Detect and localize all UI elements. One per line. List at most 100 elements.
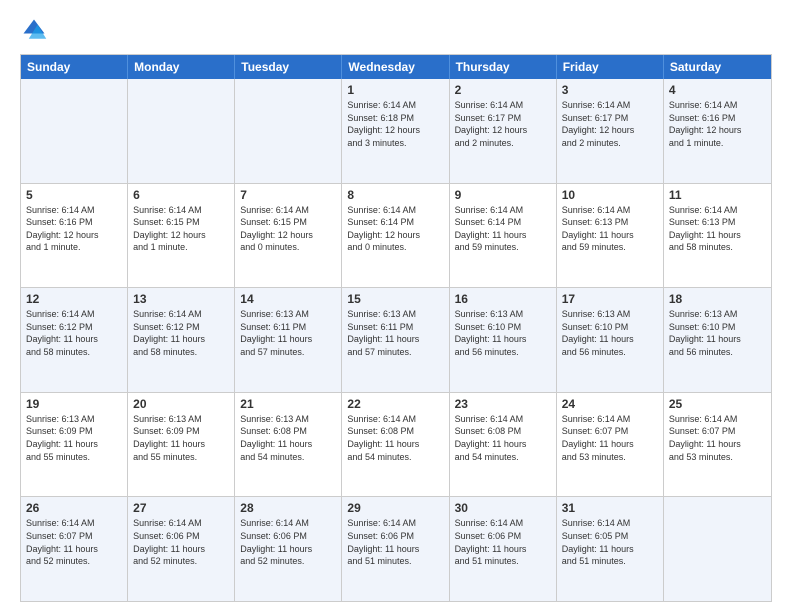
weekday-header-monday: Monday bbox=[128, 55, 235, 79]
empty-cell-0-1 bbox=[128, 79, 235, 183]
day-number: 29 bbox=[347, 501, 443, 515]
day-number: 15 bbox=[347, 292, 443, 306]
day-cell-15: 15 Sunrise: 6:13 AM Sunset: 6:11 PM Dayli… bbox=[342, 288, 449, 392]
day-cell-2: 2 Sunrise: 6:14 AM Sunset: 6:17 PM Daylig… bbox=[450, 79, 557, 183]
day-number: 31 bbox=[562, 501, 658, 515]
logo bbox=[20, 16, 52, 44]
day-details: Sunrise: 6:14 AM Sunset: 6:05 PM Dayligh… bbox=[562, 517, 658, 567]
day-number: 10 bbox=[562, 188, 658, 202]
day-cell-13: 13 Sunrise: 6:14 AM Sunset: 6:12 PM Dayli… bbox=[128, 288, 235, 392]
weekday-header-wednesday: Wednesday bbox=[342, 55, 449, 79]
day-number: 5 bbox=[26, 188, 122, 202]
day-number: 30 bbox=[455, 501, 551, 515]
day-cell-30: 30 Sunrise: 6:14 AM Sunset: 6:06 PM Dayli… bbox=[450, 497, 557, 601]
day-details: Sunrise: 6:14 AM Sunset: 6:16 PM Dayligh… bbox=[669, 99, 766, 149]
day-details: Sunrise: 6:14 AM Sunset: 6:17 PM Dayligh… bbox=[455, 99, 551, 149]
day-details: Sunrise: 6:14 AM Sunset: 6:07 PM Dayligh… bbox=[26, 517, 122, 567]
calendar-row-2: 12 Sunrise: 6:14 AM Sunset: 6:12 PM Dayli… bbox=[21, 288, 771, 393]
day-details: Sunrise: 6:14 AM Sunset: 6:06 PM Dayligh… bbox=[455, 517, 551, 567]
day-number: 7 bbox=[240, 188, 336, 202]
day-number: 24 bbox=[562, 397, 658, 411]
day-number: 19 bbox=[26, 397, 122, 411]
day-details: Sunrise: 6:14 AM Sunset: 6:06 PM Dayligh… bbox=[240, 517, 336, 567]
day-number: 16 bbox=[455, 292, 551, 306]
day-number: 22 bbox=[347, 397, 443, 411]
weekday-header-tuesday: Tuesday bbox=[235, 55, 342, 79]
day-cell-25: 25 Sunrise: 6:14 AM Sunset: 6:07 PM Dayli… bbox=[664, 393, 771, 497]
day-cell-26: 26 Sunrise: 6:14 AM Sunset: 6:07 PM Dayli… bbox=[21, 497, 128, 601]
day-cell-21: 21 Sunrise: 6:13 AM Sunset: 6:08 PM Dayli… bbox=[235, 393, 342, 497]
day-details: Sunrise: 6:13 AM Sunset: 6:09 PM Dayligh… bbox=[26, 413, 122, 463]
day-details: Sunrise: 6:14 AM Sunset: 6:07 PM Dayligh… bbox=[669, 413, 766, 463]
empty-cell-0-2 bbox=[235, 79, 342, 183]
day-number: 27 bbox=[133, 501, 229, 515]
calendar-body: 1 Sunrise: 6:14 AM Sunset: 6:18 PM Daylig… bbox=[21, 79, 771, 601]
day-details: Sunrise: 6:13 AM Sunset: 6:10 PM Dayligh… bbox=[455, 308, 551, 358]
day-number: 18 bbox=[669, 292, 766, 306]
day-details: Sunrise: 6:13 AM Sunset: 6:09 PM Dayligh… bbox=[133, 413, 229, 463]
header bbox=[20, 16, 772, 44]
weekday-header-saturday: Saturday bbox=[664, 55, 771, 79]
day-cell-4: 4Sunrise: 6:14 AM Sunset: 6:16 PM Daylig… bbox=[664, 79, 771, 183]
calendar-row-4: 26 Sunrise: 6:14 AM Sunset: 6:07 PM Dayli… bbox=[21, 497, 771, 601]
day-details: Sunrise: 6:13 AM Sunset: 6:10 PM Dayligh… bbox=[669, 308, 766, 358]
weekday-header-thursday: Thursday bbox=[450, 55, 557, 79]
day-number: 26 bbox=[26, 501, 122, 515]
day-cell-11: 11Sunrise: 6:14 AM Sunset: 6:13 PM Dayli… bbox=[664, 184, 771, 288]
day-cell-18: 18 Sunrise: 6:13 AM Sunset: 6:10 PM Dayli… bbox=[664, 288, 771, 392]
day-details: Sunrise: 6:14 AM Sunset: 6:12 PM Dayligh… bbox=[133, 308, 229, 358]
calendar: SundayMondayTuesdayWednesdayThursdayFrid… bbox=[20, 54, 772, 602]
day-cell-3: 3Sunrise: 6:14 AM Sunset: 6:17 PM Daylig… bbox=[557, 79, 664, 183]
day-cell-14: 14Sunrise: 6:13 AM Sunset: 6:11 PM Dayli… bbox=[235, 288, 342, 392]
day-details: Sunrise: 6:14 AM Sunset: 6:14 PM Dayligh… bbox=[347, 204, 443, 254]
day-details: Sunrise: 6:13 AM Sunset: 6:08 PM Dayligh… bbox=[240, 413, 336, 463]
day-number: 23 bbox=[455, 397, 551, 411]
day-number: 28 bbox=[240, 501, 336, 515]
day-cell-17: 17Sunrise: 6:13 AM Sunset: 6:10 PM Dayli… bbox=[557, 288, 664, 392]
day-cell-31: 31 Sunrise: 6:14 AM Sunset: 6:05 PM Dayli… bbox=[557, 497, 664, 601]
day-cell-28: 28 Sunrise: 6:14 AM Sunset: 6:06 PM Dayli… bbox=[235, 497, 342, 601]
day-cell-20: 20 Sunrise: 6:13 AM Sunset: 6:09 PM Dayli… bbox=[128, 393, 235, 497]
day-cell-24: 24 Sunrise: 6:14 AM Sunset: 6:07 PM Dayli… bbox=[557, 393, 664, 497]
day-details: Sunrise: 6:14 AM Sunset: 6:13 PM Dayligh… bbox=[562, 204, 658, 254]
day-number: 13 bbox=[133, 292, 229, 306]
day-details: Sunrise: 6:14 AM Sunset: 6:06 PM Dayligh… bbox=[133, 517, 229, 567]
day-number: 21 bbox=[240, 397, 336, 411]
day-details: Sunrise: 6:14 AM Sunset: 6:07 PM Dayligh… bbox=[562, 413, 658, 463]
day-details: Sunrise: 6:14 AM Sunset: 6:12 PM Dayligh… bbox=[26, 308, 122, 358]
day-details: Sunrise: 6:14 AM Sunset: 6:13 PM Dayligh… bbox=[669, 204, 766, 254]
day-details: Sunrise: 6:14 AM Sunset: 6:18 PM Dayligh… bbox=[347, 99, 443, 149]
day-cell-8: 8Sunrise: 6:14 AM Sunset: 6:14 PM Daylig… bbox=[342, 184, 449, 288]
calendar-header: SundayMondayTuesdayWednesdayThursdayFrid… bbox=[21, 55, 771, 79]
day-details: Sunrise: 6:14 AM Sunset: 6:16 PM Dayligh… bbox=[26, 204, 122, 254]
day-number: 25 bbox=[669, 397, 766, 411]
day-cell-9: 9 Sunrise: 6:14 AM Sunset: 6:14 PM Daylig… bbox=[450, 184, 557, 288]
day-number: 20 bbox=[133, 397, 229, 411]
empty-cell-0-0 bbox=[21, 79, 128, 183]
day-details: Sunrise: 6:14 AM Sunset: 6:14 PM Dayligh… bbox=[455, 204, 551, 254]
day-number: 12 bbox=[26, 292, 122, 306]
day-cell-12: 12 Sunrise: 6:14 AM Sunset: 6:12 PM Dayli… bbox=[21, 288, 128, 392]
day-cell-22: 22Sunrise: 6:14 AM Sunset: 6:08 PM Dayli… bbox=[342, 393, 449, 497]
day-number: 1 bbox=[347, 83, 443, 97]
day-cell-7: 7 Sunrise: 6:14 AM Sunset: 6:15 PM Daylig… bbox=[235, 184, 342, 288]
day-details: Sunrise: 6:14 AM Sunset: 6:06 PM Dayligh… bbox=[347, 517, 443, 567]
calendar-row-0: 1 Sunrise: 6:14 AM Sunset: 6:18 PM Daylig… bbox=[21, 79, 771, 184]
day-cell-19: 19 Sunrise: 6:13 AM Sunset: 6:09 PM Dayli… bbox=[21, 393, 128, 497]
day-cell-16: 16 Sunrise: 6:13 AM Sunset: 6:10 PM Dayli… bbox=[450, 288, 557, 392]
day-number: 9 bbox=[455, 188, 551, 202]
day-number: 2 bbox=[455, 83, 551, 97]
weekday-header-sunday: Sunday bbox=[21, 55, 128, 79]
day-cell-29: 29 Sunrise: 6:14 AM Sunset: 6:06 PM Dayli… bbox=[342, 497, 449, 601]
day-cell-1: 1 Sunrise: 6:14 AM Sunset: 6:18 PM Daylig… bbox=[342, 79, 449, 183]
day-details: Sunrise: 6:14 AM Sunset: 6:15 PM Dayligh… bbox=[133, 204, 229, 254]
day-details: Sunrise: 6:13 AM Sunset: 6:11 PM Dayligh… bbox=[240, 308, 336, 358]
day-details: Sunrise: 6:14 AM Sunset: 6:15 PM Dayligh… bbox=[240, 204, 336, 254]
page: SundayMondayTuesdayWednesdayThursdayFrid… bbox=[0, 0, 792, 612]
day-cell-23: 23Sunrise: 6:14 AM Sunset: 6:08 PM Dayli… bbox=[450, 393, 557, 497]
day-details: Sunrise: 6:13 AM Sunset: 6:11 PM Dayligh… bbox=[347, 308, 443, 358]
day-cell-10: 10 Sunrise: 6:14 AM Sunset: 6:13 PM Dayli… bbox=[557, 184, 664, 288]
day-number: 3 bbox=[562, 83, 658, 97]
calendar-row-1: 5 Sunrise: 6:14 AM Sunset: 6:16 PM Daylig… bbox=[21, 184, 771, 289]
day-cell-5: 5 Sunrise: 6:14 AM Sunset: 6:16 PM Daylig… bbox=[21, 184, 128, 288]
